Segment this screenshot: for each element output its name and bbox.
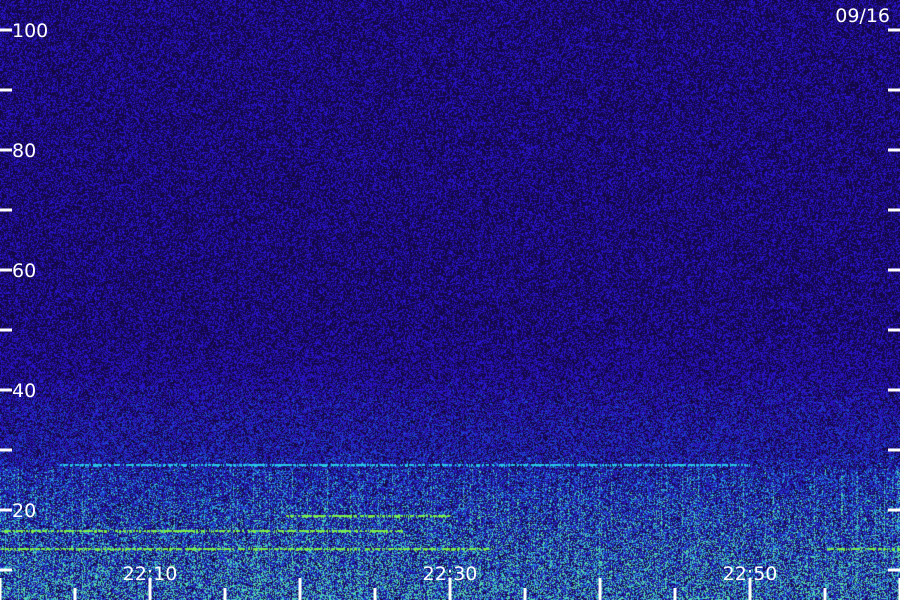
- y-tick-label: 100: [12, 20, 48, 42]
- y-tick-label: 40: [12, 380, 36, 402]
- x-tick-label: 22:50: [723, 563, 778, 585]
- date-label: 09/16: [835, 5, 890, 27]
- x-tick-label: 22:10: [123, 563, 178, 585]
- y-tick-label: 80: [12, 140, 36, 162]
- x-tick-label: 22:30: [423, 563, 478, 585]
- spectrogram-chart: 20 40 60 80 100 22:10 22:30 22:50 09/16: [0, 0, 900, 600]
- y-tick-label: 60: [12, 260, 36, 282]
- y-tick-label: 20: [12, 500, 36, 522]
- chart-overlay: 20 40 60 80 100 22:10 22:30 22:50 09/16: [0, 5, 900, 600]
- y-axis: 20 40 60 80 100: [0, 20, 900, 572]
- x-axis: 22:10 22:30 22:50: [0, 563, 900, 600]
